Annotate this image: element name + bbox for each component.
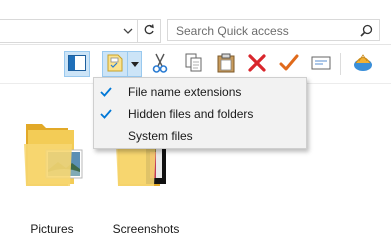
menu-item-label: Hidden files and folders	[128, 107, 254, 121]
paste-icon	[217, 53, 235, 76]
search-input[interactable]: Search Quick access	[176, 24, 289, 38]
menu-item-hidden-files[interactable]: Hidden files and folders	[95, 103, 305, 125]
toolbar-separator	[340, 53, 341, 75]
properties-button[interactable]	[276, 51, 302, 77]
search-field[interactable]: Search Quick access	[167, 19, 380, 41]
rename-icon	[311, 55, 331, 74]
chevron-down-icon	[130, 57, 139, 71]
shell-button[interactable]	[350, 51, 376, 77]
navigation-pane-button[interactable]	[64, 51, 90, 77]
view-options-menu: File name extensions Hidden files and fo…	[93, 77, 307, 149]
delete-icon	[248, 53, 266, 75]
view-options-dropdown-button[interactable]	[128, 51, 142, 77]
view-options-icon	[106, 54, 124, 75]
cut-icon	[151, 53, 169, 76]
view-options-button[interactable]	[102, 51, 128, 77]
folder-icon	[12, 114, 92, 197]
address-bar[interactable]	[0, 19, 139, 43]
folder-label: Pictures	[30, 222, 74, 236]
refresh-button[interactable]	[137, 19, 161, 43]
chevron-down-icon[interactable]	[122, 25, 134, 37]
search-icon[interactable]	[360, 24, 373, 37]
refresh-icon	[143, 23, 155, 39]
folder-label: Screenshots	[112, 222, 180, 236]
copy-button[interactable]	[181, 51, 207, 77]
paste-button[interactable]	[213, 51, 239, 77]
menu-item-system-files[interactable]: System files	[95, 125, 305, 147]
checkmark-icon	[99, 107, 113, 121]
navigation-pane-icon	[68, 54, 86, 74]
menu-item-label: System files	[128, 129, 193, 143]
properties-check-icon	[279, 54, 299, 75]
rename-button[interactable]	[308, 51, 334, 77]
menu-item-label: File name extensions	[128, 85, 242, 99]
cut-button[interactable]	[147, 51, 173, 77]
address-bar-strip: Search Quick access	[0, 0, 391, 45]
menu-item-file-name-extensions[interactable]: File name extensions	[95, 81, 305, 103]
copy-icon	[185, 53, 203, 76]
checkmark-icon	[99, 85, 113, 99]
shell-icon	[353, 53, 373, 75]
folder-pictures[interactable]: Pictures	[12, 114, 92, 236]
delete-button[interactable]	[244, 51, 270, 77]
